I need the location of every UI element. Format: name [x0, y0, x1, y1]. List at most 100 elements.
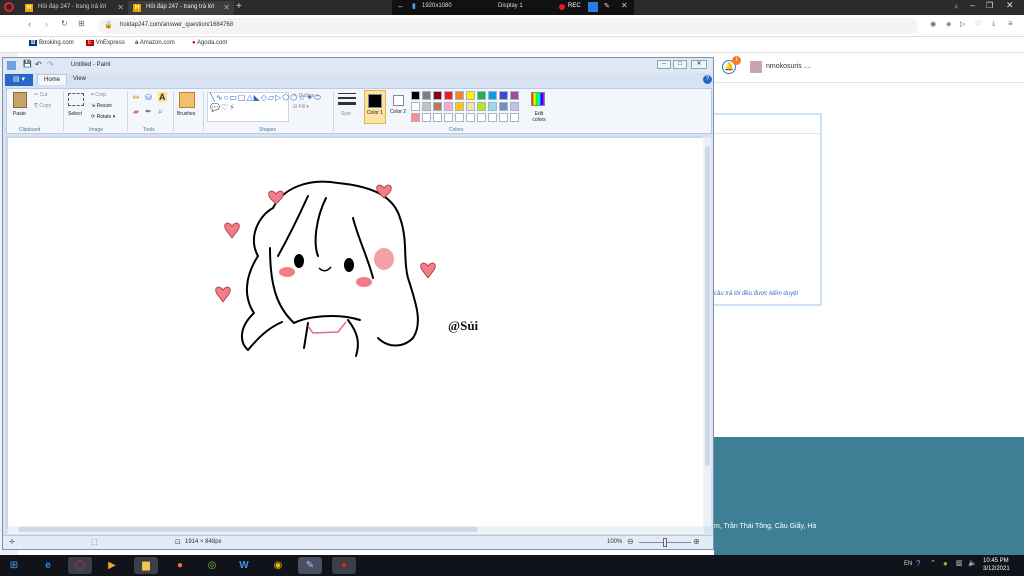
palette-swatch[interactable]: [477, 113, 486, 122]
palette-swatch[interactable]: [510, 102, 519, 111]
palette-swatch[interactable]: [499, 102, 508, 111]
reload-icon[interactable]: ↻: [61, 19, 68, 28]
zoom-in-icon[interactable]: ⊕: [693, 537, 700, 546]
opera-menu-icon[interactable]: ⌕: [954, 2, 958, 12]
palette-swatch[interactable]: [433, 91, 442, 100]
palette-swatch[interactable]: [433, 113, 442, 122]
palette-swatch[interactable]: [488, 102, 497, 111]
start-icon[interactable]: ⊞: [2, 557, 26, 574]
pencil-icon[interactable]: ✏: [133, 93, 140, 102]
palette-swatch[interactable]: [455, 102, 464, 111]
select-button[interactable]: Select: [68, 111, 82, 117]
palette-swatch[interactable]: [411, 113, 420, 122]
size-button[interactable]: [338, 93, 356, 107]
mic-icon[interactable]: ▮: [412, 2, 416, 10]
camera-icon[interactable]: ◉: [930, 20, 936, 28]
browser-tab-active[interactable]: H Hỏi đáp 247 - trang trả lời ✕: [128, 1, 234, 15]
stop-icon[interactable]: [588, 2, 598, 12]
pen-icon[interactable]: ✎: [604, 2, 610, 10]
network-icon[interactable]: ▥: [956, 559, 963, 567]
eraser-icon[interactable]: ▰: [133, 107, 139, 116]
ie-icon[interactable]: e: [36, 557, 60, 574]
edit-colors-button[interactable]: Edit colors: [529, 111, 549, 123]
color1-button[interactable]: Color 1: [364, 90, 386, 124]
forward-icon[interactable]: ›: [45, 19, 48, 29]
color2-button[interactable]: Color 2: [388, 90, 408, 124]
tab-home[interactable]: Home: [37, 74, 68, 85]
text-icon[interactable]: A: [158, 92, 167, 102]
redo-icon[interactable]: ↷: [47, 60, 54, 69]
magnifier-icon[interactable]: ⌕: [158, 107, 162, 117]
browser-tab[interactable]: H Hỏi đáp 247 - trang trả lời ✕: [20, 1, 128, 15]
edit-colors-icon[interactable]: [531, 92, 545, 106]
palette-swatch[interactable]: [477, 91, 486, 100]
tray-expand-icon[interactable]: ⌃: [930, 559, 936, 567]
help-tray-icon[interactable]: ?: [916, 559, 920, 568]
palette-swatch[interactable]: [488, 91, 497, 100]
brushes-icon[interactable]: [179, 92, 195, 108]
clock-date[interactable]: 3/12/2021: [983, 566, 1010, 572]
avatar[interactable]: [750, 61, 762, 73]
word-icon[interactable]: W: [232, 557, 256, 574]
send-icon[interactable]: ▷: [960, 20, 965, 28]
palette-swatch[interactable]: [499, 91, 508, 100]
paint-close-icon[interactable]: ✕: [691, 60, 707, 69]
vertical-scrollbar[interactable]: [703, 138, 711, 526]
paste-button[interactable]: Paste: [13, 111, 26, 117]
palette-swatch[interactable]: [411, 102, 420, 111]
palette-swatch[interactable]: [433, 102, 442, 111]
palette-swatch[interactable]: [455, 113, 464, 122]
palette-swatch[interactable]: [510, 113, 519, 122]
palette-swatch[interactable]: [444, 113, 453, 122]
rec-button[interactable]: REC: [568, 3, 581, 9]
clock-time[interactable]: 10:45 PM: [983, 558, 1009, 564]
bookmark-vnexpress[interactable]: E VnExpress: [86, 40, 125, 46]
palette-swatch[interactable]: [466, 91, 475, 100]
bookmark-booking[interactable]: B Booking.com: [29, 40, 74, 46]
chrome-icon[interactable]: ◉: [266, 557, 290, 574]
fill-button[interactable]: ⛁ Fill ▾: [293, 104, 309, 110]
bookmark-amazon[interactable]: a Amazon.com: [135, 40, 175, 46]
drawing-canvas[interactable]: @Sủi: [8, 138, 704, 526]
crop-button[interactable]: ⌗ Crop: [91, 92, 106, 98]
back-icon[interactable]: ‹: [28, 19, 31, 29]
brushes-button[interactable]: Brushes: [177, 111, 195, 117]
media-player-icon[interactable]: ▶: [100, 557, 124, 574]
paint-taskbar-icon[interactable]: ✎: [298, 557, 322, 574]
language-indicator[interactable]: EN: [904, 561, 912, 567]
palette-swatch[interactable]: [510, 91, 519, 100]
palette-swatch[interactable]: [422, 91, 431, 100]
palette-swatch[interactable]: [499, 113, 508, 122]
horizontal-scrollbar[interactable]: [8, 526, 704, 534]
zoom-out-icon[interactable]: ⊖: [627, 537, 634, 546]
username[interactable]: nmokosuris ....: [766, 63, 812, 70]
shield-icon[interactable]: ◈: [946, 20, 951, 28]
help-icon[interactable]: ?: [703, 75, 712, 84]
shapes-gallery[interactable]: ╲∿○▭▢△◣◇▱▷⬠⬡☆✦⬭💬♡⚡: [207, 92, 321, 122]
palette-swatch[interactable]: [455, 91, 464, 100]
menu-icon[interactable]: ≡: [1008, 19, 1013, 28]
minimize-rec-icon[interactable]: –: [398, 2, 402, 11]
window-restore-icon[interactable]: ❐: [986, 1, 993, 10]
palette-swatch[interactable]: [477, 102, 486, 111]
palette-swatch[interactable]: [488, 113, 497, 122]
paint-minimize-icon[interactable]: –: [657, 60, 671, 69]
palette-swatch[interactable]: [422, 102, 431, 111]
tabs-grid-icon[interactable]: ⊞: [78, 19, 85, 28]
file-menu-button[interactable]: ▤ ▾: [5, 74, 33, 86]
bookmark-agoda[interactable]: ● Agoda.com: [192, 40, 227, 46]
tab-view[interactable]: View: [73, 76, 86, 82]
zoom-slider[interactable]: [639, 538, 691, 547]
url-field[interactable]: 🔒 hoidap247.com/answer_question/1684768: [98, 18, 918, 34]
close-rec-icon[interactable]: ✕: [621, 1, 628, 10]
save-icon[interactable]: 💾: [23, 60, 32, 68]
paste-icon[interactable]: [13, 92, 27, 108]
close-tab-icon[interactable]: ✕: [117, 3, 124, 12]
palette-swatch[interactable]: [466, 113, 475, 122]
fill-icon[interactable]: ⛁: [145, 93, 152, 102]
recorder-taskbar-icon[interactable]: ⏺: [332, 557, 356, 574]
display-label[interactable]: Display 1: [498, 3, 523, 9]
heart-icon[interactable]: ♡: [975, 20, 981, 28]
undo-icon[interactable]: ↶: [35, 60, 42, 69]
download-icon[interactable]: ⤓: [992, 20, 995, 28]
